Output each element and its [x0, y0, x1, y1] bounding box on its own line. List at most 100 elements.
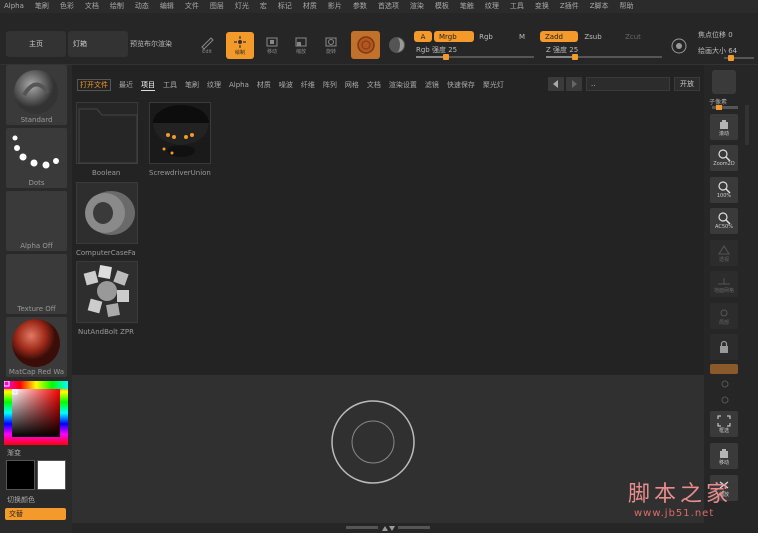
- spotlight-button[interactable]: [668, 35, 690, 57]
- move-view-button[interactable]: 移动: [710, 443, 738, 469]
- scale-button[interactable]: 缩放: [290, 33, 312, 57]
- color-picker[interactable]: [3, 380, 68, 445]
- menu-draw[interactable]: 绘制: [110, 0, 124, 13]
- rgb-toggle[interactable]: Rgb: [476, 31, 496, 42]
- shelf-handle-left[interactable]: [346, 526, 378, 529]
- tab-brush[interactable]: 笔刷: [185, 80, 199, 90]
- menu-help[interactable]: 帮助: [620, 0, 634, 13]
- actual-size-button[interactable]: 100%: [710, 177, 738, 203]
- draw-button[interactable]: 绘制: [226, 32, 254, 59]
- menu-zplugin[interactable]: Z插件: [560, 0, 579, 13]
- gyro-button[interactable]: [386, 33, 408, 57]
- tab-spotlight[interactable]: 聚光灯: [483, 80, 504, 90]
- menu-brush[interactable]: 笔刷: [35, 0, 49, 13]
- secondary-color-swatch[interactable]: [6, 460, 35, 490]
- half-size-button[interactable]: AC50%: [710, 208, 738, 234]
- mrgb-toggle[interactable]: Mrgb: [434, 31, 474, 42]
- alternate-button[interactable]: 交替: [5, 508, 66, 520]
- rgb-intensity-slider[interactable]: [416, 54, 534, 60]
- menu-marker[interactable]: 标记: [278, 0, 292, 13]
- menu-parameters[interactable]: 参数: [353, 0, 367, 13]
- color-picker-wheel[interactable]: [3, 380, 68, 445]
- menu-preferences[interactable]: 首选项: [378, 0, 399, 13]
- tab-material[interactable]: 材质: [257, 80, 271, 90]
- switch-color-button[interactable]: 切换颜色: [7, 495, 35, 505]
- tab-project[interactable]: 项目: [141, 80, 155, 91]
- draw-size-label[interactable]: 绘画大小 64: [698, 46, 756, 56]
- menu-edit[interactable]: 编辑: [160, 0, 174, 13]
- thumbnail-screwdriver[interactable]: [149, 102, 211, 164]
- m-toggle[interactable]: M: [514, 31, 530, 42]
- menu-dynamics[interactable]: 动态: [135, 0, 149, 13]
- zsub-toggle[interactable]: Zsub: [582, 31, 604, 42]
- menu-macro[interactable]: 宏: [260, 0, 267, 13]
- zcut-toggle[interactable]: Zcut: [622, 31, 644, 42]
- material-sphere-button[interactable]: [351, 31, 380, 59]
- tab-tool[interactable]: 工具: [163, 80, 177, 90]
- floor-grid-button[interactable]: 地面网格: [710, 271, 738, 297]
- expand-arrows-icon[interactable]: [380, 524, 396, 532]
- main-color-swatch[interactable]: [37, 460, 66, 490]
- thumbnail-boolean[interactable]: [76, 102, 138, 164]
- tab-open-file[interactable]: 打开文件: [77, 79, 111, 91]
- frame-button[interactable]: 框选: [710, 411, 738, 437]
- shelf-handle-right[interactable]: [398, 526, 430, 529]
- orange-indicator-button[interactable]: [710, 364, 738, 374]
- subpixel-slider[interactable]: [712, 105, 738, 110]
- menu-stencil[interactable]: 模板: [435, 0, 449, 13]
- local-button[interactable]: 局部: [710, 303, 738, 329]
- texture-thumbnail[interactable]: Texture Off: [6, 254, 67, 314]
- path-input[interactable]: ..: [586, 77, 670, 91]
- menu-color[interactable]: 色彩: [60, 0, 74, 13]
- rgb-intensity-knob[interactable]: [442, 54, 449, 60]
- tab-quicksave[interactable]: 快速保存: [447, 80, 475, 90]
- stroke-thumbnail[interactable]: Dots: [6, 128, 67, 188]
- open-button[interactable]: 开放: [674, 77, 700, 91]
- tab-array[interactable]: 阵列: [323, 80, 337, 90]
- brush-thumbnail[interactable]: Standard: [6, 65, 67, 125]
- subpixel-knob[interactable]: [716, 105, 722, 110]
- rotate-button[interactable]: 旋转: [320, 33, 342, 57]
- home-tab[interactable]: 主页: [6, 31, 66, 57]
- edit-button[interactable]: Edit: [196, 33, 218, 57]
- tab-alpha[interactable]: Alpha: [229, 81, 249, 89]
- focal-shift-label[interactable]: 焦点位移 0: [698, 30, 756, 40]
- tab-noise[interactable]: 噪波: [279, 80, 293, 90]
- menu-zscript[interactable]: Z脚本: [590, 0, 609, 13]
- tab-render-settings[interactable]: 渲染设置: [389, 80, 417, 90]
- menu-layer[interactable]: 图层: [210, 0, 224, 13]
- material-thumbnail[interactable]: MatCap Red Wa: [6, 317, 67, 377]
- scroll-button[interactable]: 滚动: [710, 114, 738, 140]
- tab-fibers[interactable]: 纤维: [301, 80, 315, 90]
- tab-recent[interactable]: 最近: [119, 80, 133, 90]
- lock-button[interactable]: [710, 334, 738, 360]
- alpha-thumbnail[interactable]: Alpha Off: [6, 191, 67, 251]
- gradient-label[interactable]: 渐变: [7, 448, 21, 458]
- small-gear-icon[interactable]: [720, 395, 730, 405]
- perspective-button[interactable]: 透视: [710, 240, 738, 266]
- menu-movie[interactable]: 影片: [328, 0, 342, 13]
- menu-texture[interactable]: 纹理: [485, 0, 499, 13]
- menu-file[interactable]: 文件: [185, 0, 199, 13]
- menu-tool[interactable]: 工具: [510, 0, 524, 13]
- next-arrow-button[interactable]: [566, 77, 582, 91]
- a-toggle[interactable]: A: [414, 31, 432, 42]
- z-intensity-knob[interactable]: [572, 54, 578, 60]
- menu-transform[interactable]: 变换: [535, 0, 549, 13]
- thumbnail-nutandbolt[interactable]: [76, 261, 138, 323]
- move-button[interactable]: 移动: [261, 33, 283, 57]
- tab-texture[interactable]: 纹理: [207, 80, 221, 90]
- draw-size-knob[interactable]: [728, 55, 734, 61]
- document-canvas[interactable]: [72, 375, 704, 523]
- menu-alpha[interactable]: Alpha: [4, 0, 24, 13]
- subpixel-button[interactable]: [712, 70, 736, 94]
- menu-document[interactable]: 文档: [85, 0, 99, 13]
- right-shelf-scrollbar[interactable]: [745, 105, 749, 145]
- tab-document[interactable]: 文档: [367, 80, 381, 90]
- zadd-toggle[interactable]: Zadd: [540, 31, 578, 42]
- menu-material[interactable]: 材质: [303, 0, 317, 13]
- small-gear-icon[interactable]: [720, 379, 730, 389]
- menu-render[interactable]: 渲染: [410, 0, 424, 13]
- tab-filters[interactable]: 滤镜: [425, 80, 439, 90]
- tab-grid[interactable]: 网格: [345, 80, 359, 90]
